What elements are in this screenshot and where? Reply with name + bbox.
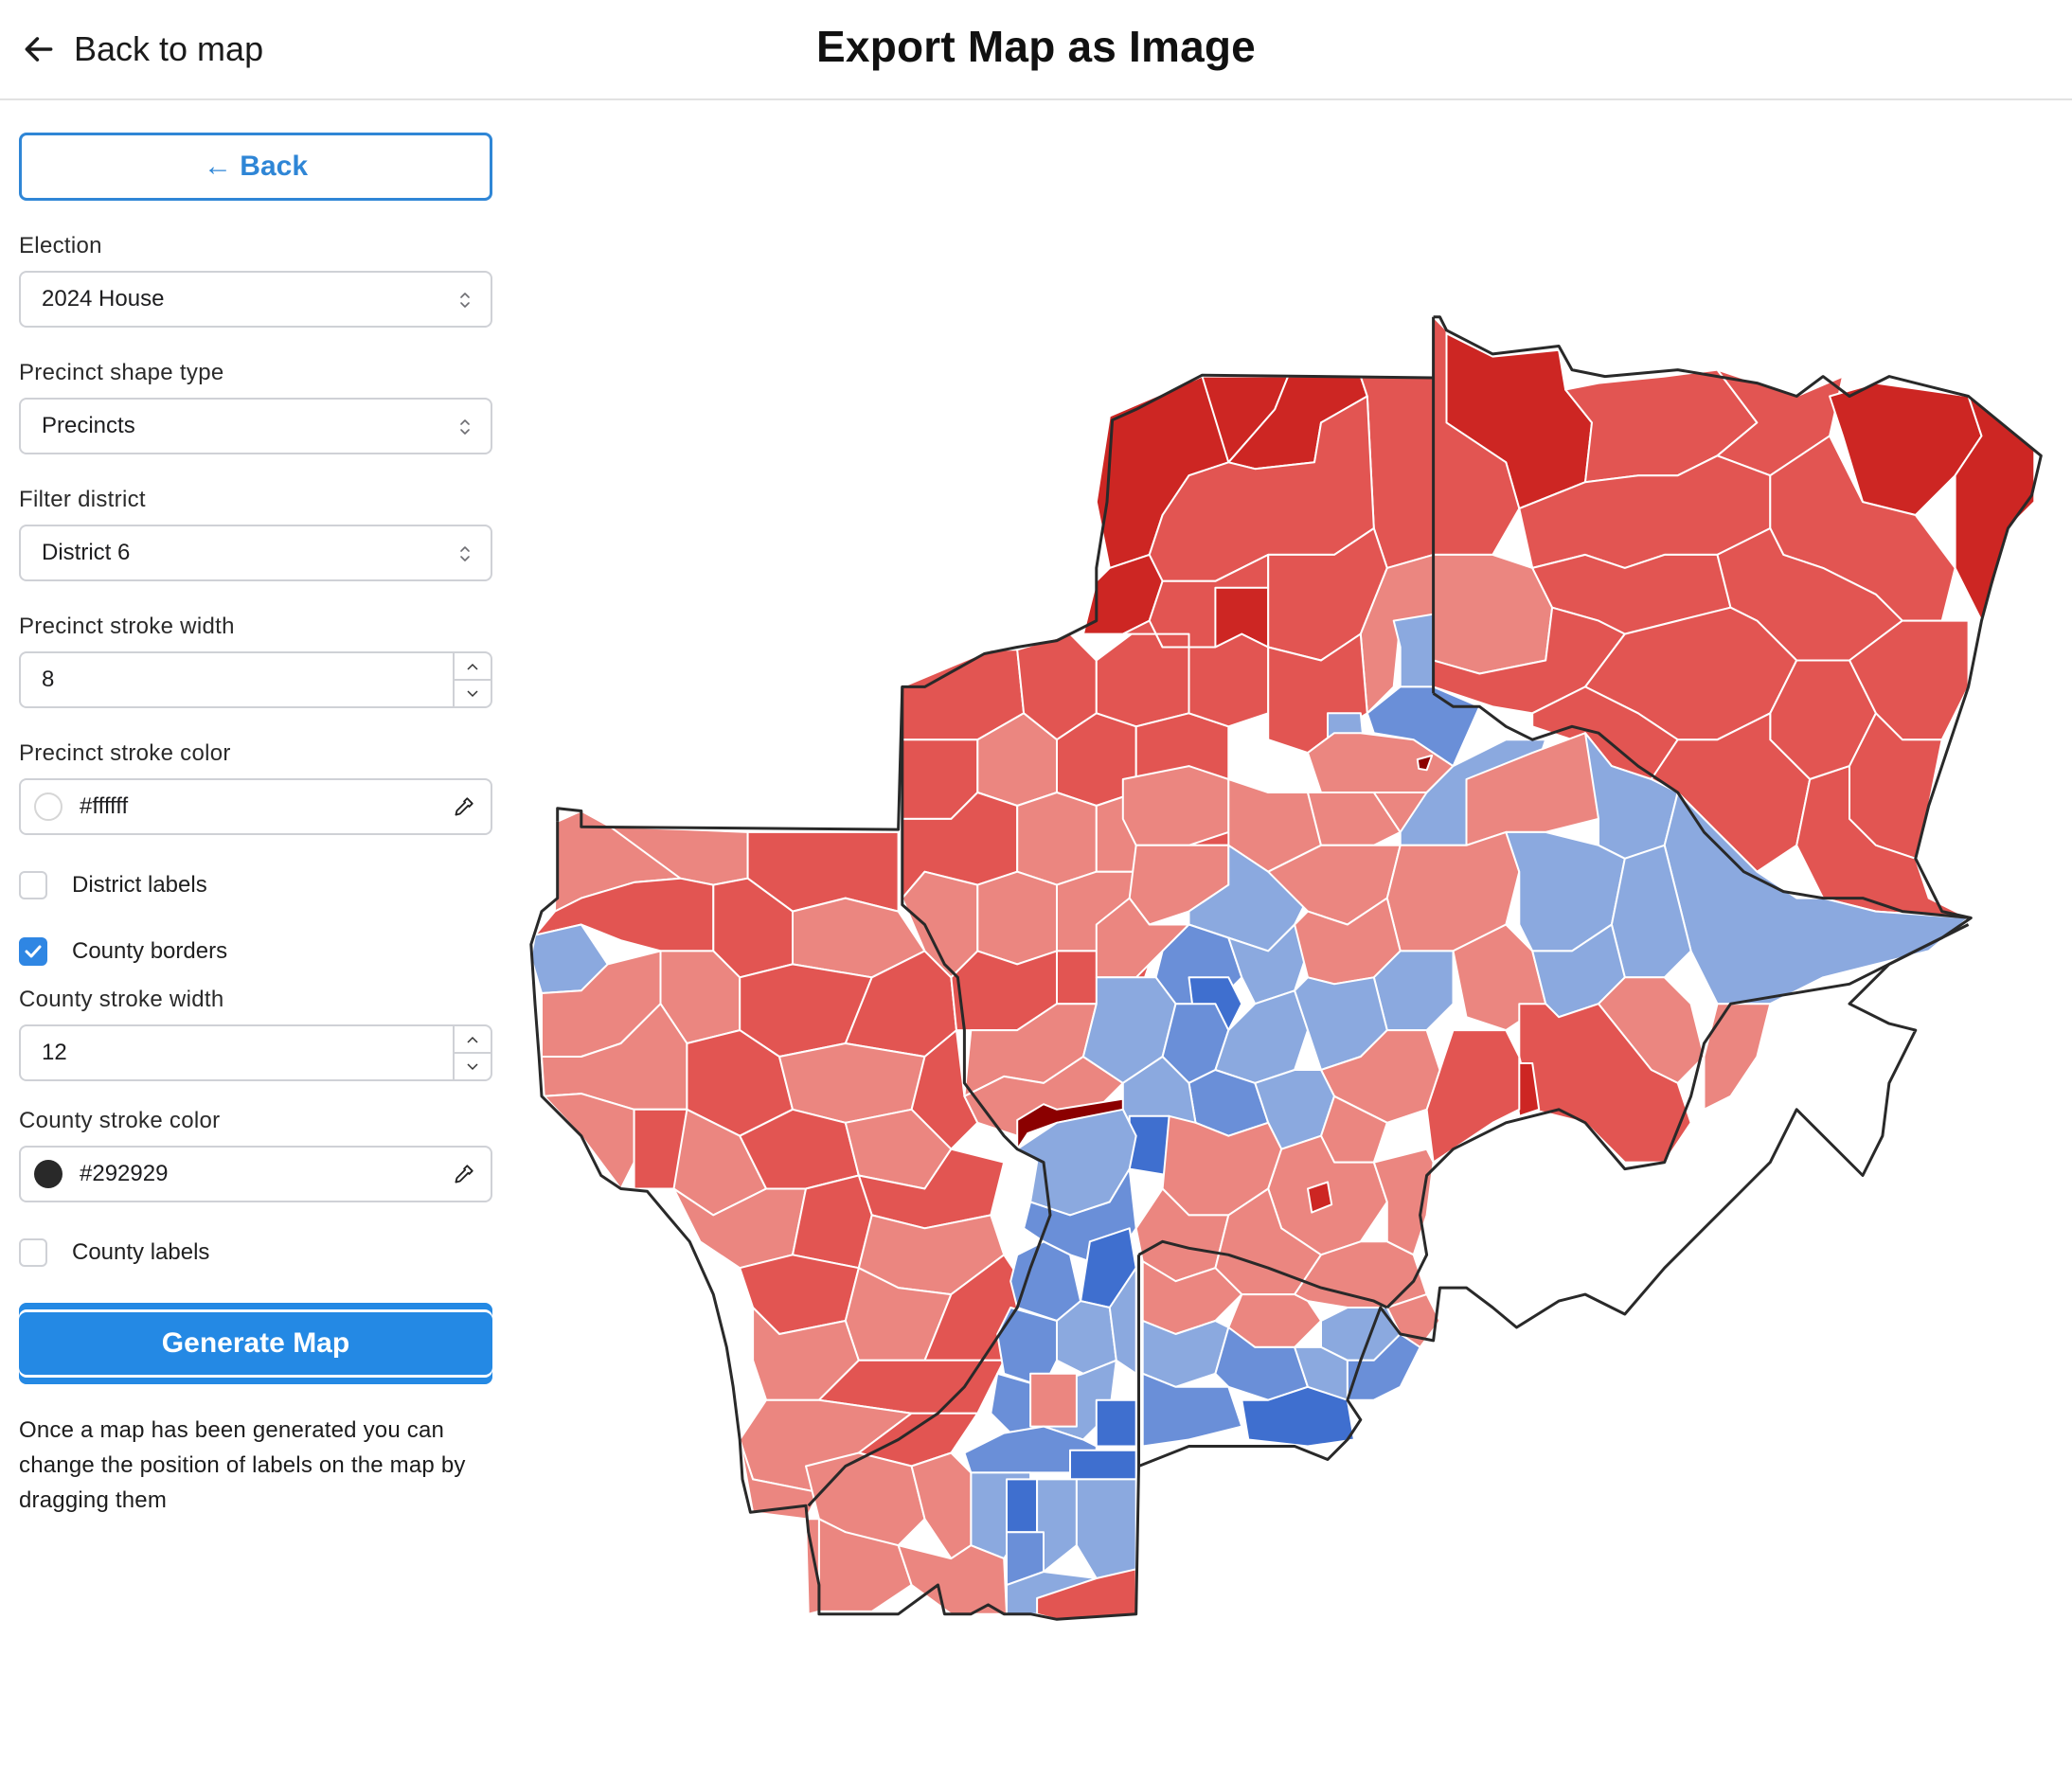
export-settings-panel: ← Back Election 2024 House Precinct shap…: [19, 133, 492, 1518]
precinct-map: [529, 315, 2043, 1621]
chevron-up-icon: [467, 663, 478, 670]
district-labels-checkbox[interactable]: [19, 871, 47, 899]
chevron-up-icon: [467, 1036, 478, 1043]
shape-type-select[interactable]: Precincts: [19, 398, 492, 454]
county-stroke-width-value: 12: [42, 1040, 67, 1065]
county-labels-label: County labels: [72, 1239, 210, 1265]
election-label: Election: [19, 233, 102, 258]
county-stroke-width-input[interactable]: 12: [19, 1024, 492, 1081]
election-select[interactable]: 2024 House: [19, 271, 492, 328]
precinct-162: [910, 1451, 973, 1560]
chevron-down-icon: [467, 689, 478, 697]
county-stroke-width-label: County stroke width: [19, 987, 224, 1012]
district-label: Filter district: [19, 487, 146, 512]
precinct-153: [1069, 1449, 1137, 1481]
precinct-113: [1703, 1003, 1772, 1111]
back-button[interactable]: ← Back: [19, 133, 492, 201]
county-stroke-width-stepper[interactable]: [453, 1026, 491, 1079]
precinct-stroke-width-input[interactable]: 8: [19, 651, 492, 708]
color-swatch[interactable]: [34, 1160, 63, 1188]
precinct-stroke-width-label: Precinct stroke width: [19, 614, 235, 639]
decrement-button[interactable]: [455, 1052, 491, 1079]
precinct-15: [543, 1093, 635, 1190]
help-text: Once a map has been generated you can ch…: [19, 1417, 466, 1513]
chevron-down-icon: [467, 1062, 478, 1070]
county-stroke-color-value: #292929: [80, 1161, 169, 1186]
precinct-stroke-color-value: #ffffff: [80, 793, 129, 819]
county-stroke-color-input[interactable]: #292929: [19, 1146, 492, 1202]
election-value: 2024 House: [42, 286, 165, 312]
decrement-button[interactable]: [455, 679, 491, 706]
precinct-stroke-width-stepper[interactable]: [453, 653, 491, 706]
precinct-112: [1425, 1029, 1521, 1164]
county-borders-checkbox[interactable]: [19, 937, 47, 966]
header: Back to map Export Map as Image: [0, 0, 2072, 100]
county-stroke-color-label: County stroke color: [19, 1108, 221, 1133]
checkmark-icon: [25, 945, 42, 958]
eyedropper-icon[interactable]: [451, 1163, 475, 1187]
precinct-stroke-width-value: 8: [42, 667, 55, 692]
precinct-87: [1121, 765, 1230, 846]
chevron-up-down-icon: [460, 546, 470, 561]
precinct-61: [1392, 613, 1435, 688]
precinct-123: [1128, 1114, 1170, 1177]
map-preview: [511, 102, 2072, 1780]
shape-type-value: Precincts: [42, 413, 135, 438]
county-labels-checkbox[interactable]: [19, 1238, 47, 1267]
generate-map-button[interactable]: Generate Map: [19, 1303, 492, 1384]
district-select[interactable]: District 6: [19, 525, 492, 581]
precinct-155: [1006, 1478, 1039, 1534]
precinct-149: [1095, 1398, 1137, 1448]
increment-button[interactable]: [455, 1026, 491, 1052]
precinct-stroke-color-label: Precinct stroke color: [19, 740, 231, 766]
district-labels-checkbox-row[interactable]: District labels: [19, 869, 492, 901]
increment-button[interactable]: [455, 653, 491, 679]
precinct-44: [976, 870, 1058, 966]
precinct-144: [1141, 1320, 1230, 1388]
precinct-layer: [529, 315, 2036, 1621]
precinct-148: [1029, 1372, 1078, 1428]
district-value: District 6: [42, 540, 131, 565]
county-labels-checkbox-row[interactable]: County labels: [19, 1237, 492, 1269]
county-borders-label: County borders: [72, 938, 228, 964]
color-swatch[interactable]: [34, 792, 63, 821]
eyedropper-icon[interactable]: [451, 795, 475, 820]
page-title: Export Map as Image: [816, 22, 1256, 71]
county-borders-checkbox-row[interactable]: County borders: [19, 935, 492, 968]
district-labels-label: District labels: [72, 872, 207, 898]
precinct-40: [1016, 792, 1098, 886]
precinct-157: [1075, 1478, 1137, 1579]
chevron-up-down-icon: [460, 419, 470, 435]
shape-type-label: Precinct shape type: [19, 360, 224, 385]
precinct-stroke-color-input[interactable]: #ffffff: [19, 778, 492, 835]
chevron-up-down-icon: [460, 293, 470, 308]
